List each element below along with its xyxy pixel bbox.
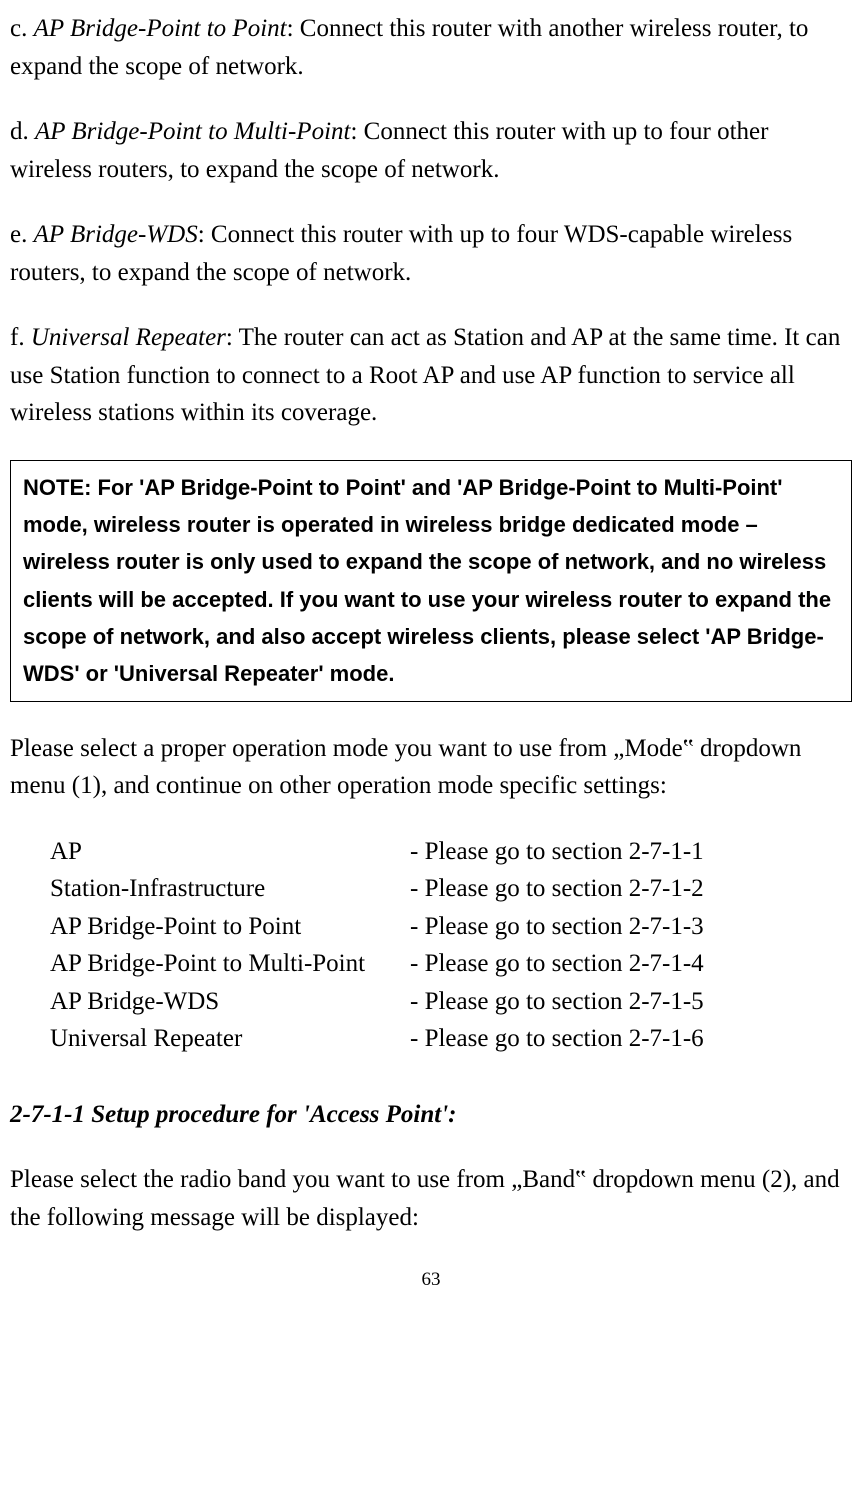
paragraph-c-title: AP Bridge-Point to Point — [34, 15, 287, 42]
mode-table: AP - Please go to section 2-7-1-1 Statio… — [50, 833, 852, 1058]
mode-name: AP Bridge-Point to Multi-Point — [50, 945, 410, 983]
paragraph-e: e. AP Bridge-WDS: Connect this router wi… — [10, 216, 852, 291]
paragraph-e-title: AP Bridge-WDS — [34, 221, 198, 248]
page-number: 63 — [10, 1266, 852, 1295]
band-text: Please select the radio band you want to… — [10, 1161, 852, 1236]
select-mode-text: Please select a proper operation mode yo… — [10, 730, 852, 805]
mode-name: Universal Repeater — [50, 1020, 410, 1058]
mode-ref: - Please go to section 2-7-1-3 — [410, 908, 852, 946]
paragraph-c-prefix: c. — [10, 15, 34, 42]
mode-row: Station-Infrastructure - Please go to se… — [50, 870, 852, 908]
mode-row: AP Bridge-Point to Multi-Point - Please … — [50, 945, 852, 983]
paragraph-e-prefix: e. — [10, 221, 34, 248]
mode-name: Station-Infrastructure — [50, 870, 410, 908]
paragraph-f: f. Universal Repeater: The router can ac… — [10, 319, 852, 432]
mode-name: AP Bridge-WDS — [50, 983, 410, 1021]
mode-ref: - Please go to section 2-7-1-5 — [410, 983, 852, 1021]
mode-name: AP Bridge-Point to Point — [50, 908, 410, 946]
mode-ref: - Please go to section 2-7-1-1 — [410, 833, 852, 871]
section-heading: 2-7-1-1 Setup procedure for 'Access Poin… — [10, 1096, 852, 1134]
mode-row: AP Bridge-WDS - Please go to section 2-7… — [50, 983, 852, 1021]
paragraph-f-title: Universal Repeater — [31, 324, 226, 351]
paragraph-f-prefix: f. — [10, 324, 31, 351]
mode-ref: - Please go to section 2-7-1-2 — [410, 870, 852, 908]
mode-row: AP Bridge-Point to Point - Please go to … — [50, 908, 852, 946]
note-text: NOTE: For 'AP Bridge-Point to Point' and… — [23, 475, 831, 687]
mode-name: AP — [50, 833, 410, 871]
paragraph-d-prefix: d. — [10, 118, 35, 145]
mode-ref: - Please go to section 2-7-1-4 — [410, 945, 852, 983]
paragraph-c: c. AP Bridge-Point to Point: Connect thi… — [10, 10, 852, 85]
paragraph-d-title: AP Bridge-Point to Multi-Point — [35, 118, 350, 145]
mode-row: AP - Please go to section 2-7-1-1 — [50, 833, 852, 871]
note-box: NOTE: For 'AP Bridge-Point to Point' and… — [10, 460, 852, 702]
mode-ref: - Please go to section 2-7-1-6 — [410, 1020, 852, 1058]
paragraph-d: d. AP Bridge-Point to Multi-Point: Conne… — [10, 113, 852, 188]
mode-row: Universal Repeater - Please go to sectio… — [50, 1020, 852, 1058]
